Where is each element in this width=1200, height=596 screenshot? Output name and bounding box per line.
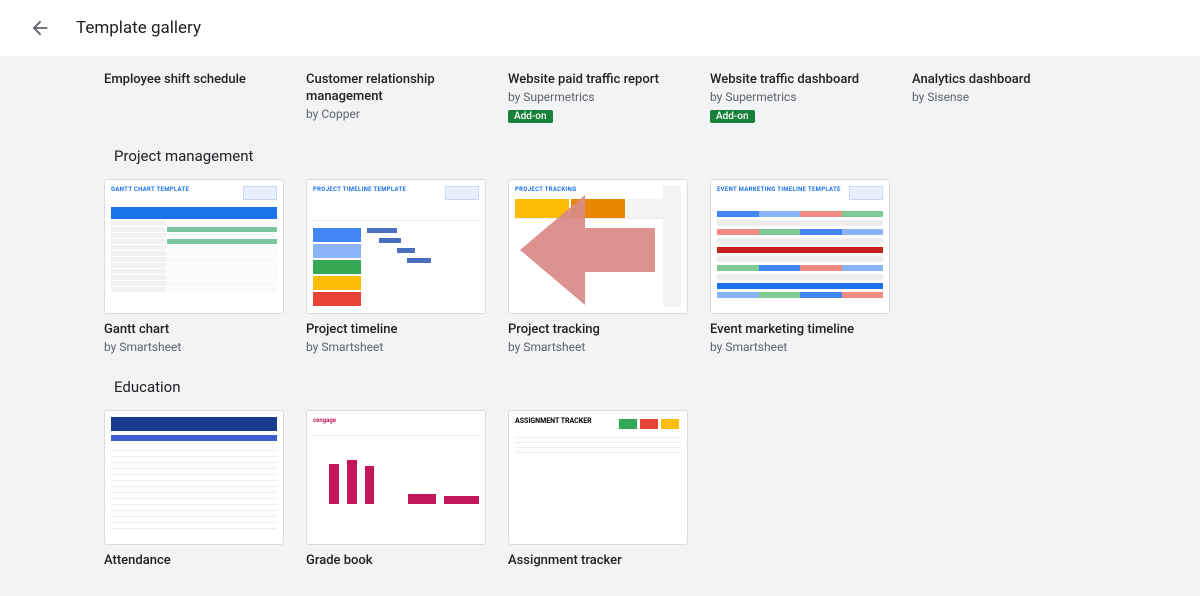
thumb-info-box bbox=[243, 186, 277, 200]
section-title-education: Education bbox=[114, 378, 1200, 396]
back-button[interactable] bbox=[20, 8, 60, 48]
template-title: Website paid traffic report bbox=[508, 72, 688, 89]
template-author: by Smartsheet bbox=[306, 340, 486, 354]
arrow-left-icon bbox=[29, 17, 51, 39]
template-card-project-timeline[interactable]: PROJECT TIMELINE TEMPLATE Project timeli… bbox=[306, 179, 486, 354]
template-title: Customer relationship management bbox=[306, 72, 486, 106]
thumb-brand: cengage bbox=[313, 417, 479, 424]
prev-section-row: Employee shift schedule Customer relatio… bbox=[104, 64, 1200, 123]
template-title: Attendance bbox=[104, 553, 284, 570]
template-author: by Sisense bbox=[912, 90, 1092, 104]
template-title: Gantt chart bbox=[104, 322, 284, 339]
header-bar: Template gallery bbox=[0, 0, 1200, 56]
template-card[interactable]: Website traffic dashboard by Supermetric… bbox=[710, 64, 890, 123]
template-author: by Smartsheet bbox=[104, 340, 284, 354]
template-title: Event marketing timeline bbox=[710, 322, 890, 339]
template-title: Analytics dashboard bbox=[912, 72, 1092, 89]
template-author: by Smartsheet bbox=[710, 340, 890, 354]
template-title: Website traffic dashboard bbox=[710, 72, 890, 89]
template-title: Employee shift schedule bbox=[104, 72, 284, 89]
template-thumbnail[interactable]: PROJECT TRACKING bbox=[508, 179, 688, 314]
template-card-project-tracking[interactable]: PROJECT TRACKING Project tracking by Sma… bbox=[508, 179, 688, 354]
thumb-info-box bbox=[445, 186, 479, 200]
addon-badge: Add-on bbox=[508, 110, 553, 123]
education-row: Attendance cengage Grade book AS bbox=[104, 410, 1200, 570]
template-author: by Supermetrics bbox=[508, 90, 688, 104]
template-title: Project timeline bbox=[306, 322, 486, 339]
project-mgmt-row: GANTT CHART TEMPLATE Gantt c bbox=[104, 179, 1200, 354]
template-card[interactable]: Website paid traffic report by Supermetr… bbox=[508, 64, 688, 123]
template-card-event-marketing[interactable]: EVENT MARKETING TIMELINE TEMPLATE Event … bbox=[710, 179, 890, 354]
template-thumbnail[interactable]: cengage bbox=[306, 410, 486, 545]
template-title: Project tracking bbox=[508, 322, 688, 339]
template-card-assignment-tracker[interactable]: ASSIGNMENT TRACKER Assignment tracker bbox=[508, 410, 688, 570]
template-card[interactable]: Employee shift schedule bbox=[104, 64, 284, 123]
template-card-gradebook[interactable]: cengage Grade book bbox=[306, 410, 486, 570]
template-card-attendance[interactable]: Attendance bbox=[104, 410, 284, 570]
page-title: Template gallery bbox=[76, 18, 201, 38]
template-card-gantt[interactable]: GANTT CHART TEMPLATE Gantt c bbox=[104, 179, 284, 354]
gallery-content: Employee shift schedule Customer relatio… bbox=[0, 56, 1200, 570]
section-title-project-management: Project management bbox=[114, 147, 1200, 165]
template-title: Assignment tracker bbox=[508, 553, 688, 570]
template-thumbnail[interactable]: PROJECT TIMELINE TEMPLATE bbox=[306, 179, 486, 314]
template-author: by Smartsheet bbox=[508, 340, 688, 354]
template-thumbnail[interactable] bbox=[104, 410, 284, 545]
template-card[interactable]: Customer relationship management by Copp… bbox=[306, 64, 486, 123]
template-thumbnail[interactable]: GANTT CHART TEMPLATE bbox=[104, 179, 284, 314]
template-author: by Copper bbox=[306, 107, 486, 121]
thumb-title: PROJECT TRACKING bbox=[515, 186, 681, 193]
addon-badge: Add-on bbox=[710, 110, 755, 123]
template-card[interactable]: Analytics dashboard by Sisense bbox=[912, 64, 1092, 123]
template-thumbnail[interactable]: EVENT MARKETING TIMELINE TEMPLATE bbox=[710, 179, 890, 314]
template-thumbnail[interactable]: ASSIGNMENT TRACKER bbox=[508, 410, 688, 545]
template-author: by Supermetrics bbox=[710, 90, 890, 104]
thumb-info-box bbox=[849, 186, 883, 200]
template-title: Grade book bbox=[306, 553, 486, 570]
